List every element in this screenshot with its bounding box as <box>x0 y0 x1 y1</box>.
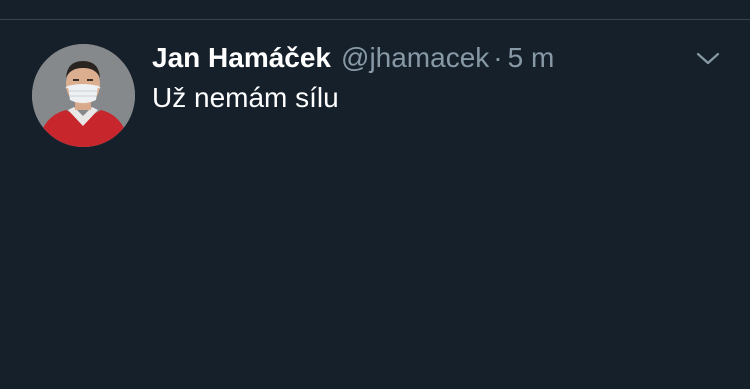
display-name[interactable]: Jan Hamáček <box>152 42 331 74</box>
tweet-timestamp[interactable]: 5 m <box>508 42 555 74</box>
chevron-down-icon <box>696 52 720 65</box>
top-divider <box>0 19 750 20</box>
avatar[interactable] <box>32 44 135 147</box>
user-handle[interactable]: @jhamacek <box>341 42 489 74</box>
separator-dot: · <box>493 42 503 73</box>
tweet-header: Jan Hamáček @jhamacek · 5 m <box>152 42 554 76</box>
avatar-image <box>32 44 135 147</box>
tweet-menu-button[interactable] <box>690 44 726 74</box>
tweet-text: Už nemám sílu <box>152 82 339 113</box>
